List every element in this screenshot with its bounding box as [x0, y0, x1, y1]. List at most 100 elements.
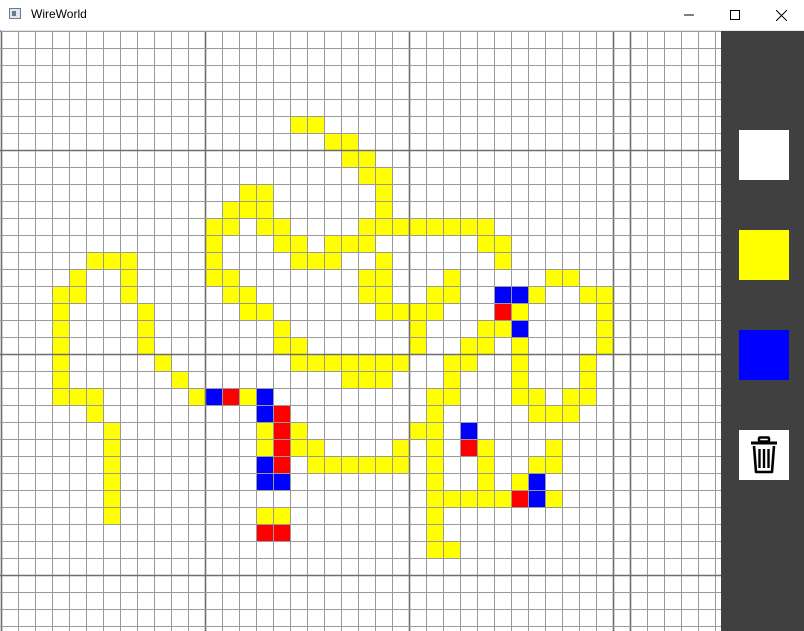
conductor-cell[interactable]	[392, 456, 409, 473]
conductor-cell[interactable]	[460, 218, 477, 235]
electron-tail-cell[interactable]	[511, 490, 528, 507]
conductor-cell[interactable]	[443, 541, 460, 558]
conductor-cell[interactable]	[239, 184, 256, 201]
conductor-cell[interactable]	[120, 252, 137, 269]
conductor-cell[interactable]	[324, 235, 341, 252]
electron-head-cell[interactable]	[256, 456, 273, 473]
conductor-cell[interactable]	[426, 524, 443, 541]
conductor-cell[interactable]	[477, 490, 494, 507]
conductor-cell[interactable]	[290, 439, 307, 456]
conductor-cell[interactable]	[426, 456, 443, 473]
conductor-cell[interactable]	[545, 269, 562, 286]
electron-head-cell[interactable]	[256, 405, 273, 422]
electron-head-cell[interactable]	[528, 490, 545, 507]
conductor-cell[interactable]	[596, 337, 613, 354]
conductor-cell[interactable]	[256, 439, 273, 456]
conductor-cell[interactable]	[52, 337, 69, 354]
conductor-cell[interactable]	[239, 286, 256, 303]
conductor-cell[interactable]	[205, 235, 222, 252]
minimize-button[interactable]	[666, 0, 712, 30]
conductor-cell[interactable]	[375, 252, 392, 269]
conductor-cell[interactable]	[239, 201, 256, 218]
conductor-cell[interactable]	[256, 422, 273, 439]
conductor-cell[interactable]	[579, 388, 596, 405]
conductor-cell[interactable]	[256, 218, 273, 235]
electron-tail-cell[interactable]	[460, 439, 477, 456]
conductor-cell[interactable]	[290, 235, 307, 252]
conductor-cell[interactable]	[324, 252, 341, 269]
conductor-cell[interactable]	[171, 371, 188, 388]
conductor-cell[interactable]	[222, 269, 239, 286]
conductor-cell[interactable]	[426, 422, 443, 439]
conductor-cell[interactable]	[256, 303, 273, 320]
conductor-cell[interactable]	[324, 133, 341, 150]
conductor-cell[interactable]	[52, 371, 69, 388]
clear-button[interactable]	[739, 430, 789, 480]
conductor-cell[interactable]	[86, 388, 103, 405]
conductor-cell[interactable]	[562, 405, 579, 422]
conductor-cell[interactable]	[239, 303, 256, 320]
conductor-cell[interactable]	[477, 337, 494, 354]
conductor-cell[interactable]	[392, 218, 409, 235]
conductor-cell[interactable]	[443, 286, 460, 303]
conductor-cell[interactable]	[426, 473, 443, 490]
conductor-cell[interactable]	[290, 252, 307, 269]
conductor-cell[interactable]	[494, 320, 511, 337]
conductor-cell[interactable]	[477, 439, 494, 456]
conductor-cell[interactable]	[273, 218, 290, 235]
conductor-cell[interactable]	[511, 354, 528, 371]
conductor-cell[interactable]	[256, 201, 273, 218]
conductor-cell[interactable]	[528, 456, 545, 473]
electron-tail-cell[interactable]	[256, 524, 273, 541]
close-button[interactable]	[758, 0, 804, 30]
conductor-cell[interactable]	[511, 303, 528, 320]
conductor-cell[interactable]	[290, 116, 307, 133]
conductor-cell[interactable]	[52, 388, 69, 405]
conductor-cell[interactable]	[69, 269, 86, 286]
conductor-cell[interactable]	[409, 422, 426, 439]
conductor-cell[interactable]	[375, 303, 392, 320]
conductor-cell[interactable]	[443, 490, 460, 507]
conductor-cell[interactable]	[103, 507, 120, 524]
conductor-cell[interactable]	[545, 490, 562, 507]
conductor-cell[interactable]	[477, 320, 494, 337]
conductor-cell[interactable]	[103, 473, 120, 490]
conductor-cell[interactable]	[375, 218, 392, 235]
conductor-cell[interactable]	[511, 388, 528, 405]
electron-head-cell[interactable]	[256, 388, 273, 405]
conductor-cell[interactable]	[562, 388, 579, 405]
conductor-cell[interactable]	[69, 388, 86, 405]
conductor-cell[interactable]	[307, 116, 324, 133]
conductor-cell[interactable]	[375, 286, 392, 303]
conductor-cell[interactable]	[579, 354, 596, 371]
conductor-cell[interactable]	[103, 439, 120, 456]
conductor-cell[interactable]	[341, 235, 358, 252]
conductor-cell[interactable]	[528, 405, 545, 422]
conductor-cell[interactable]	[426, 490, 443, 507]
conductor-cell[interactable]	[120, 269, 137, 286]
conductor-cell[interactable]	[460, 490, 477, 507]
conductor-cell[interactable]	[52, 286, 69, 303]
conductor-cell[interactable]	[443, 354, 460, 371]
conductor-cell[interactable]	[426, 303, 443, 320]
conductor-cell[interactable]	[324, 456, 341, 473]
conductor-cell[interactable]	[477, 218, 494, 235]
conductor-cell[interactable]	[137, 303, 154, 320]
conductor-cell[interactable]	[477, 456, 494, 473]
conductor-cell[interactable]	[426, 388, 443, 405]
conductor-cell[interactable]	[341, 354, 358, 371]
electron-head-cell[interactable]	[273, 473, 290, 490]
conductor-cell[interactable]	[103, 252, 120, 269]
conductor-cell[interactable]	[579, 286, 596, 303]
conductor-cell[interactable]	[511, 337, 528, 354]
electron-tail-cell[interactable]	[494, 303, 511, 320]
empty-cell-tool[interactable]	[739, 130, 789, 180]
conductor-cell[interactable]	[52, 303, 69, 320]
conductor-cell[interactable]	[392, 303, 409, 320]
conductor-cell[interactable]	[307, 252, 324, 269]
conductor-cell[interactable]	[409, 303, 426, 320]
conductor-cell[interactable]	[426, 405, 443, 422]
conductor-cell[interactable]	[375, 201, 392, 218]
conductor-cell[interactable]	[341, 133, 358, 150]
conductor-cell[interactable]	[307, 456, 324, 473]
